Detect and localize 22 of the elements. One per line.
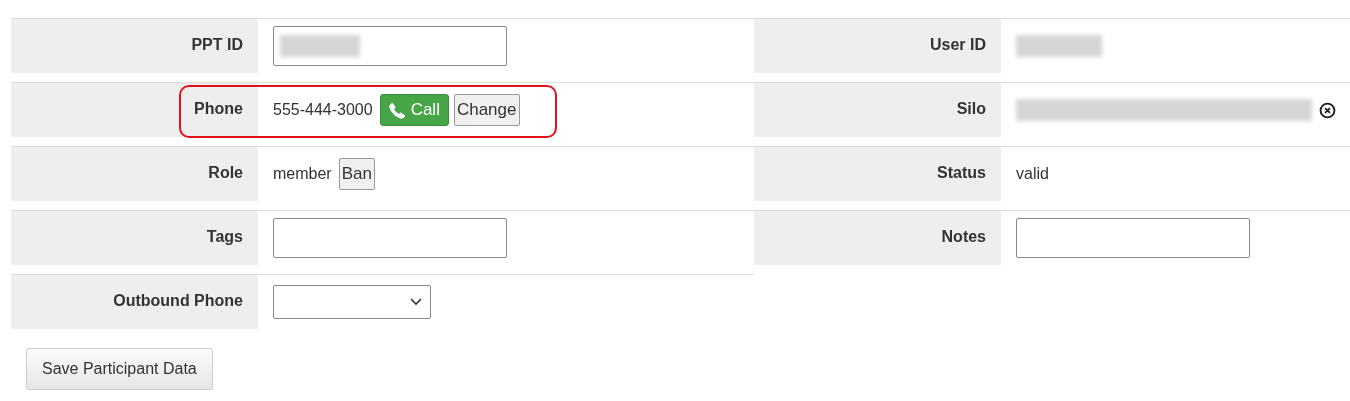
small-button[interactable]: Change [453, 94, 520, 126]
field-value: member [273, 165, 332, 183]
small-button[interactable]: Ban [338, 158, 375, 190]
field-label: Phone [194, 100, 243, 118]
field-label: Tags [206, 228, 243, 246]
input-field[interactable] [1016, 218, 1250, 258]
input-field[interactable] [273, 26, 507, 66]
field-label: Role [208, 164, 243, 182]
field-label: PPT ID [191, 36, 243, 54]
dropdown[interactable] [273, 285, 431, 319]
field-value: valid [1016, 165, 1049, 183]
save-button[interactable]: Save Participant Data [26, 348, 213, 390]
field-label: Notes [941, 228, 986, 246]
input-field[interactable] [273, 218, 507, 258]
clear-icon[interactable] [1319, 101, 1336, 119]
field-value: 555-444-3000 [273, 101, 373, 119]
chevron-down-icon [410, 298, 422, 306]
field-label: User ID [929, 36, 986, 54]
field-label: Status [937, 164, 986, 182]
field-label: Outbound Phone [113, 292, 243, 310]
phone-icon [388, 101, 406, 119]
field-label: Silo [956, 100, 986, 118]
